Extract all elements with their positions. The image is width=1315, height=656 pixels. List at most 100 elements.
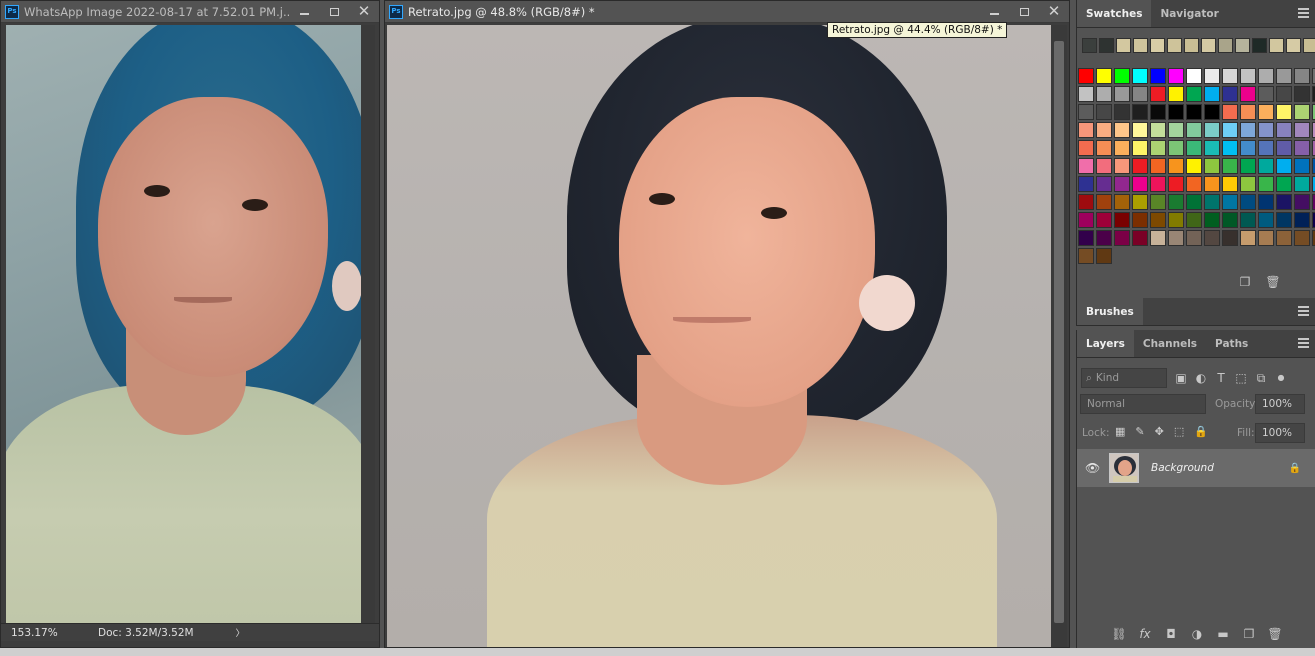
minimize-button[interactable]	[289, 1, 319, 23]
color-swatch[interactable]	[1186, 140, 1202, 156]
color-swatch[interactable]	[1078, 194, 1094, 210]
color-swatch[interactable]	[1168, 86, 1184, 102]
color-swatch[interactable]	[1150, 86, 1166, 102]
document-window-retrato[interactable]: Ps Retrato.jpg @ 48.8% (RGB/8#) * ✕	[384, 0, 1070, 648]
color-swatch[interactable]	[1240, 176, 1256, 192]
color-swatch[interactable]	[1168, 68, 1184, 84]
color-swatch[interactable]	[1240, 86, 1256, 102]
color-swatch[interactable]	[1276, 194, 1292, 210]
color-swatch[interactable]	[1258, 104, 1274, 120]
new-layer-icon[interactable]: ❐	[1243, 628, 1255, 640]
panel-menu-icon[interactable]	[1298, 306, 1309, 318]
color-swatch[interactable]	[1114, 68, 1130, 84]
color-swatch[interactable]	[1132, 194, 1148, 210]
color-swatch[interactable]	[1150, 230, 1166, 246]
scrollbar-thumb[interactable]	[1054, 41, 1064, 623]
recent-swatch[interactable]	[1218, 38, 1233, 53]
color-swatch[interactable]	[1150, 122, 1166, 138]
type-filter-icon[interactable]: T	[1215, 372, 1227, 384]
vertical-scrollbar[interactable]	[361, 25, 375, 623]
color-swatch[interactable]	[1240, 158, 1256, 174]
color-swatch[interactable]	[1240, 122, 1256, 138]
color-swatch[interactable]	[1132, 104, 1148, 120]
color-swatch[interactable]	[1240, 194, 1256, 210]
color-swatch[interactable]	[1096, 248, 1112, 264]
zoom-level[interactable]: 153.17%	[11, 627, 83, 639]
color-swatch[interactable]	[1276, 140, 1292, 156]
minimize-button[interactable]	[979, 1, 1009, 23]
tab-brushes[interactable]: Brushes	[1077, 298, 1143, 325]
fx-icon[interactable]: fx	[1139, 628, 1151, 640]
tab-layers[interactable]: Layers	[1077, 330, 1134, 357]
color-swatch[interactable]	[1114, 104, 1130, 120]
recent-swatch[interactable]	[1201, 38, 1216, 53]
color-swatch[interactable]	[1114, 140, 1130, 156]
recent-swatch[interactable]	[1252, 38, 1267, 53]
recent-swatch[interactable]	[1133, 38, 1148, 53]
color-swatch[interactable]	[1096, 68, 1112, 84]
color-swatch[interactable]	[1186, 212, 1202, 228]
recent-swatch[interactable]	[1286, 38, 1301, 53]
color-swatch[interactable]	[1222, 230, 1238, 246]
visibility-eye-icon[interactable]: 👁	[1085, 461, 1100, 475]
color-swatch[interactable]	[1186, 176, 1202, 192]
color-swatch[interactable]	[1132, 86, 1148, 102]
recent-swatch[interactable]	[1082, 38, 1097, 53]
lock-all-icon[interactable]: 🔒	[1194, 425, 1208, 438]
color-swatch[interactable]	[1204, 176, 1220, 192]
recent-swatch[interactable]	[1303, 38, 1315, 53]
shape-filter-icon[interactable]: ⬚	[1235, 372, 1247, 384]
color-swatch[interactable]	[1294, 140, 1310, 156]
blend-mode-select[interactable]: Normal	[1080, 394, 1206, 414]
recent-swatch[interactable]	[1150, 38, 1165, 53]
color-swatch[interactable]	[1294, 68, 1310, 84]
layer-lock-icon[interactable]: 🔒	[1289, 463, 1301, 474]
color-swatch[interactable]	[1240, 68, 1256, 84]
color-swatch[interactable]	[1168, 194, 1184, 210]
color-swatch[interactable]	[1186, 104, 1202, 120]
color-swatch[interactable]	[1132, 140, 1148, 156]
color-swatch[interactable]	[1258, 176, 1274, 192]
color-swatch[interactable]	[1222, 158, 1238, 174]
color-swatch[interactable]	[1276, 176, 1292, 192]
recent-swatch[interactable]	[1099, 38, 1114, 53]
status-menu-arrow[interactable]: 〉	[236, 626, 245, 639]
color-swatch[interactable]	[1294, 194, 1310, 210]
color-swatch[interactable]	[1186, 158, 1202, 174]
color-swatch[interactable]	[1132, 122, 1148, 138]
tab-paths[interactable]: Paths	[1206, 330, 1257, 357]
color-swatch[interactable]	[1186, 68, 1202, 84]
recent-swatch[interactable]	[1235, 38, 1250, 53]
panel-menu-icon[interactable]	[1298, 8, 1309, 20]
smart-object-filter-icon[interactable]: ⧉	[1255, 372, 1267, 384]
color-swatch[interactable]	[1168, 212, 1184, 228]
color-swatch[interactable]	[1150, 140, 1166, 156]
color-swatch[interactable]	[1222, 104, 1238, 120]
tab-swatches[interactable]: Swatches	[1077, 0, 1152, 27]
color-swatch[interactable]	[1276, 158, 1292, 174]
color-swatch[interactable]	[1150, 212, 1166, 228]
color-swatch[interactable]	[1222, 176, 1238, 192]
color-swatch[interactable]	[1132, 68, 1148, 84]
color-swatch[interactable]	[1186, 122, 1202, 138]
color-swatch[interactable]	[1078, 68, 1094, 84]
color-swatch[interactable]	[1078, 86, 1094, 102]
adjustment-icon[interactable]: ◑	[1191, 628, 1203, 640]
color-swatch[interactable]	[1114, 122, 1130, 138]
color-swatch[interactable]	[1276, 86, 1292, 102]
document-titlebar[interactable]: Ps WhatsApp Image 2022-08-17 at 7.52.01 …	[1, 1, 379, 23]
color-swatch[interactable]	[1078, 104, 1094, 120]
color-swatch[interactable]	[1114, 230, 1130, 246]
color-swatch[interactable]	[1168, 230, 1184, 246]
color-swatch[interactable]	[1240, 140, 1256, 156]
color-swatch[interactable]	[1294, 212, 1310, 228]
color-swatch[interactable]	[1294, 122, 1310, 138]
tab-navigator[interactable]: Navigator	[1151, 0, 1227, 27]
color-swatch[interactable]	[1258, 86, 1274, 102]
delete-icon[interactable]: 🗑	[1267, 628, 1282, 640]
color-swatch[interactable]	[1078, 230, 1094, 246]
new-swatch-icon[interactable]: ❐	[1239, 276, 1251, 288]
color-swatch[interactable]	[1078, 122, 1094, 138]
mask-icon[interactable]: ◘	[1165, 628, 1177, 640]
color-swatch[interactable]	[1150, 176, 1166, 192]
